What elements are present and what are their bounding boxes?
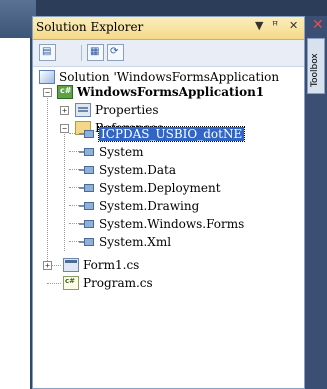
panel-close-icon[interactable]: ✕ bbox=[289, 19, 298, 32]
tree-item-reference[interactable]: ICPDAS_USBIO_dotNE bbox=[79, 126, 246, 142]
tree-guide bbox=[64, 124, 65, 251]
reference-icon bbox=[79, 217, 95, 231]
tree-item-form1[interactable]: Form1.cs bbox=[63, 257, 139, 273]
tree-guide bbox=[69, 187, 79, 188]
tree-guide bbox=[47, 283, 61, 284]
editor-strip: ▾ bbox=[0, 0, 36, 389]
tree-item-reference[interactable]: System.Data bbox=[79, 162, 176, 178]
window-position-dropdown-icon[interactable]: ▼ bbox=[255, 19, 263, 32]
tree-item-label: System bbox=[99, 145, 144, 159]
tree-item-reference[interactable]: System bbox=[79, 144, 143, 160]
tree-item-properties[interactable]: Properties bbox=[75, 102, 158, 118]
tree-item-label: Solution 'WindowsFormsApplication bbox=[59, 70, 280, 84]
tree-item-label: Form1.cs bbox=[83, 258, 140, 272]
tree-item-label: ICPDAS_USBIO_dotNE bbox=[97, 126, 246, 142]
tree-item-reference[interactable]: System.Windows.Forms bbox=[79, 216, 244, 232]
panel-title: Solution Explorer bbox=[36, 20, 144, 34]
tree-guide bbox=[69, 151, 79, 152]
csharp-file-icon: c# bbox=[63, 276, 79, 290]
tree-guide bbox=[69, 223, 79, 224]
tree-item-label: WindowsFormsApplication1 bbox=[77, 85, 265, 99]
tree-item-label: System.Deployment bbox=[99, 181, 221, 195]
properties-folder-icon bbox=[75, 103, 91, 117]
pin-icon[interactable]: ꟸ bbox=[272, 19, 278, 32]
toolbox-tab[interactable]: Toolbox bbox=[307, 38, 325, 94]
reference-icon bbox=[79, 163, 95, 177]
toolbox-tab-label: Toolbox bbox=[310, 53, 320, 87]
expand-icon[interactable]: + bbox=[60, 106, 69, 115]
reference-icon bbox=[79, 127, 95, 141]
collapse-icon[interactable]: − bbox=[43, 88, 52, 97]
tree-guide bbox=[69, 241, 79, 242]
toolbar-separator bbox=[81, 45, 82, 61]
tree-item-label: System.Xml bbox=[99, 235, 172, 249]
tab-scroll-arrow-icon[interactable]: ▾ bbox=[22, 38, 27, 48]
tree-item-reference[interactable]: System.Xml bbox=[79, 234, 171, 250]
csharp-project-icon: c# bbox=[57, 85, 73, 99]
tree-item-label: System.Windows.Forms bbox=[99, 217, 245, 231]
panel-toolbar: ▤ ▦ ⟳ bbox=[33, 40, 304, 67]
tree-item-reference[interactable]: System.Deployment bbox=[79, 180, 221, 196]
reference-icon bbox=[79, 235, 95, 249]
collapse-icon[interactable]: − bbox=[60, 124, 69, 133]
reference-icon bbox=[79, 145, 95, 159]
panel-titlebar: Solution Explorer ▼ ꟸ ✕ bbox=[33, 17, 304, 40]
tree-item-label: System.Data bbox=[99, 163, 177, 177]
tree-item-project[interactable]: c# WindowsFormsApplication1 bbox=[57, 84, 264, 100]
editor-strip-header bbox=[0, 0, 36, 38]
tree-item-label: Program.cs bbox=[83, 276, 153, 290]
reference-icon bbox=[79, 181, 95, 195]
expand-icon[interactable]: + bbox=[43, 261, 52, 270]
tree-guide bbox=[47, 91, 48, 265]
solution-icon bbox=[39, 70, 55, 84]
solution-explorer-panel: Solution Explorer ▼ ꟸ ✕ ▤ ▦ ⟳ Solution '… bbox=[32, 16, 305, 389]
form-file-icon bbox=[63, 258, 79, 272]
show-all-files-icon[interactable]: ▤ bbox=[39, 44, 56, 61]
close-icon[interactable]: ✕ bbox=[312, 17, 324, 33]
tree-item-solution[interactable]: Solution 'WindowsFormsApplication bbox=[39, 69, 279, 85]
tree-item-label: System.Drawing bbox=[99, 199, 200, 213]
tree-guide bbox=[69, 169, 79, 170]
solution-tree: Solution 'WindowsFormsApplication − c# W… bbox=[33, 67, 304, 387]
refresh-icon[interactable]: ⟳ bbox=[107, 44, 124, 61]
tree-item-label: Properties bbox=[95, 103, 159, 117]
editor-area bbox=[0, 38, 30, 389]
properties-icon[interactable]: ▦ bbox=[87, 44, 104, 61]
tree-item-reference[interactable]: System.Drawing bbox=[79, 198, 199, 214]
tree-guide bbox=[69, 205, 79, 206]
tree-item-program[interactable]: c# Program.cs bbox=[63, 275, 153, 291]
reference-icon bbox=[79, 199, 95, 213]
